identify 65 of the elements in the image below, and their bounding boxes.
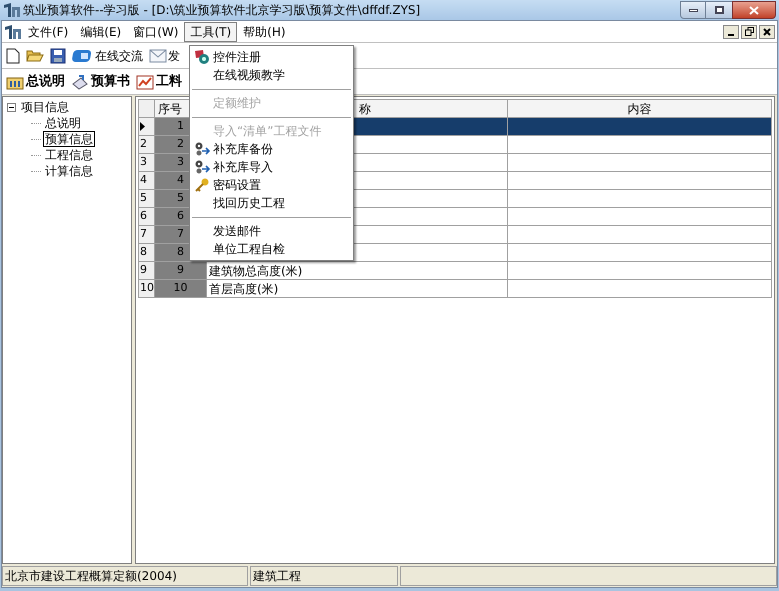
close-button[interactable]	[732, 1, 776, 19]
row-number: 5	[140, 190, 147, 206]
menu-item[interactable]: 文件(F)	[22, 22, 74, 42]
row-header[interactable]: 6	[139, 208, 155, 226]
tree-item[interactable]: 总说明	[43, 115, 83, 131]
column-header[interactable]: 内容	[508, 100, 772, 118]
row-header[interactable]: 5	[139, 190, 155, 208]
row-number: 6	[140, 208, 147, 224]
tree-item[interactable]: 计算信息	[43, 163, 95, 179]
row-header[interactable]: 4	[139, 172, 155, 190]
menu-item[interactable]: 工具(T)	[184, 22, 238, 42]
menu-item[interactable]: 帮助(H)	[237, 22, 292, 42]
component-icon	[194, 49, 210, 65]
chart-icon	[136, 74, 154, 90]
row-number: 2	[140, 136, 147, 152]
mdi-minimize-button[interactable]	[723, 24, 739, 38]
toolbar-button[interactable]: 发	[149, 46, 180, 64]
row-header[interactable]: 2	[139, 136, 155, 154]
status-text: 北京市建设工程概算定额(2004)	[2, 566, 248, 586]
table-cell: 10	[155, 280, 207, 298]
save-icon[interactable]	[50, 48, 66, 64]
restore-icon	[744, 27, 754, 36]
menu-item[interactable]: 窗口(W)	[127, 22, 184, 42]
mdi-restore-button[interactable]	[741, 24, 757, 38]
mdi-close-button[interactable]	[759, 24, 775, 38]
view-tab[interactable]: 工料	[136, 72, 182, 92]
row-number: 4	[140, 172, 147, 188]
minimize-button[interactable]	[680, 1, 706, 19]
row-header[interactable]: 3	[139, 154, 155, 172]
status-text: 建筑工程	[250, 566, 398, 586]
current-row-icon	[140, 122, 145, 131]
row-number: 3	[140, 154, 147, 170]
row-number: 8	[140, 244, 147, 260]
toolbar-button[interactable]: 在线交流	[72, 46, 143, 64]
view-tab[interactable]: 预算书	[71, 72, 130, 92]
tree-item[interactable]: 工程信息	[43, 147, 95, 163]
collapse-toggle[interactable]	[7, 102, 16, 112]
table-cell: 9	[155, 262, 207, 280]
window-title: 筑业预算软件--学习版 - [D:\筑业预算软件北京学习版\预算文件\dffdf.ZYS]	[23, 2, 420, 19]
maximize-button[interactable]	[706, 1, 732, 19]
row-header[interactable]: 10	[139, 280, 155, 298]
close-icon	[763, 28, 771, 36]
row-header[interactable]	[139, 118, 155, 136]
tree-item[interactable]: 预算信息	[43, 131, 95, 147]
new-file-icon[interactable]	[6, 48, 20, 64]
table-cell: 首层高度(米)	[207, 280, 508, 298]
gears-icon	[194, 159, 210, 175]
table-cell: 建筑物总高度(米)	[207, 262, 508, 280]
mail-icon	[149, 48, 167, 62]
key-icon	[194, 177, 210, 193]
menu-item[interactable]: 编辑(E)	[74, 22, 128, 42]
app-logo-icon	[3, 2, 21, 18]
row-header[interactable]: 7	[139, 226, 155, 244]
view-tab[interactable]: 总说明	[6, 72, 65, 92]
tree-item[interactable]: 项目信息	[19, 99, 71, 115]
row-number: 9	[140, 262, 147, 278]
row-header[interactable]: 8	[139, 244, 155, 262]
row-number: 7	[140, 226, 147, 242]
close-icon	[749, 6, 759, 14]
gears-icon	[194, 141, 210, 157]
app-logo-icon	[4, 24, 22, 40]
folder-icon[interactable]	[26, 48, 44, 63]
menu-option[interactable]: 控件注册	[190, 48, 353, 66]
row-header[interactable]: 9	[139, 262, 155, 280]
menu-option[interactable]: 在线视频教学	[190, 66, 353, 84]
